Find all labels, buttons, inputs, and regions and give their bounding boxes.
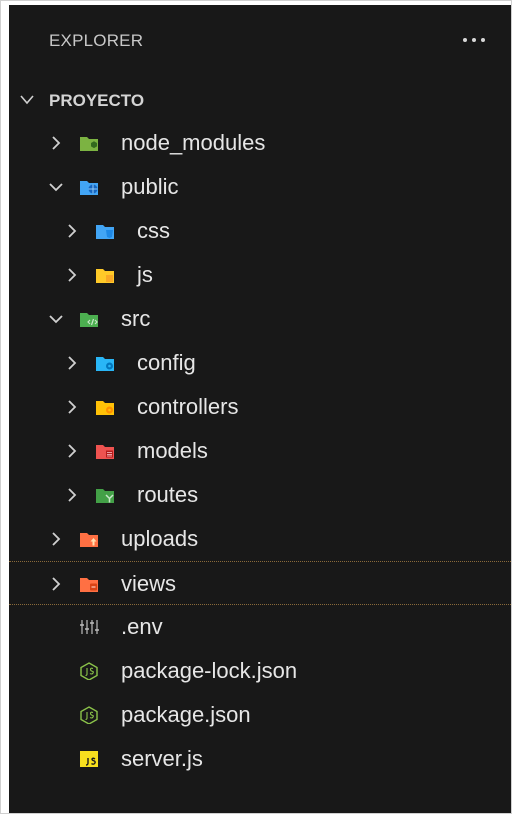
tree-item-package-json[interactable]: package.json <box>9 693 511 737</box>
tree-item-server-js[interactable]: server.js <box>9 737 511 781</box>
tree-item-label: package.json <box>121 702 251 727</box>
folder-views-icon <box>80 578 98 592</box>
tree-item-label: node_modules <box>121 130 266 155</box>
nodejs-file-icon <box>80 662 98 680</box>
more-actions-icon[interactable] <box>459 33 489 47</box>
chevron-down-icon <box>49 315 63 324</box>
tree-item-label: server.js <box>121 746 203 771</box>
tree-item-env[interactable]: .env <box>9 605 511 649</box>
env-file-icon <box>80 620 99 634</box>
tree-item-routes[interactable]: routes <box>9 473 511 517</box>
folder-config-icon <box>96 357 114 371</box>
tree-item-config[interactable]: config <box>9 341 511 385</box>
chevron-right-icon <box>52 577 61 591</box>
chevron-right-icon <box>68 400 77 414</box>
tree-item-package-lock[interactable]: package-lock.json <box>9 649 511 693</box>
explorer-panel: EXPLORER PROYECTO node_modules public cs… <box>9 5 511 813</box>
explorer-header: EXPLORER <box>9 5 511 83</box>
folder-models-icon <box>96 445 114 459</box>
tree-item-uploads[interactable]: uploads <box>9 517 511 561</box>
nodejs-file-icon <box>80 706 98 724</box>
folder-uploads-icon <box>80 533 98 547</box>
folder-controllers-icon <box>96 401 114 415</box>
tree-item-src[interactable]: src <box>9 297 511 341</box>
tree-item-label: css <box>137 218 170 243</box>
screenshot-frame: EXPLORER PROYECTO node_modules public cs… <box>0 0 512 814</box>
tree-item-views[interactable]: views <box>9 561 511 605</box>
chevron-right-icon <box>68 356 77 370</box>
tree-item-models[interactable]: models <box>9 429 511 473</box>
chevron-right-icon <box>68 268 77 282</box>
chevron-right-icon <box>68 488 77 502</box>
chevron-right-icon <box>68 444 77 458</box>
tree-item-label: package-lock.json <box>121 658 298 683</box>
file-tree: node_modules public css js src config co… <box>9 121 511 781</box>
tree-item-label: views <box>121 571 177 596</box>
chevron-down-icon <box>49 183 63 192</box>
folder-public-icon <box>80 181 98 195</box>
chevron-right-icon <box>52 532 61 546</box>
project-name: PROYECTO <box>49 91 145 110</box>
js-file-icon <box>80 751 98 767</box>
project-section-header[interactable]: PROYECTO <box>9 85 511 117</box>
tree-item-label: src <box>121 306 151 331</box>
tree-item-controllers[interactable]: controllers <box>9 385 511 429</box>
folder-js-icon <box>96 269 114 283</box>
folder-src-icon <box>80 313 98 327</box>
tree-item-label: routes <box>137 482 199 507</box>
tree-item-js[interactable]: js <box>9 253 511 297</box>
tree-item-label: public <box>121 174 179 199</box>
chevron-right-icon <box>68 224 77 238</box>
tree-item-label: js <box>137 262 153 287</box>
tree-item-label: .env <box>121 614 163 639</box>
tree-item-label: models <box>137 438 208 463</box>
tree-item-label: uploads <box>121 526 199 551</box>
tree-item-css[interactable]: css <box>9 209 511 253</box>
explorer-title: EXPLORER <box>49 31 144 50</box>
folder-routes-icon <box>96 489 114 503</box>
tree-item-label: controllers <box>137 394 239 419</box>
chevron-right-icon <box>52 136 61 150</box>
folder-node-icon <box>80 137 98 151</box>
chevron-down-icon <box>20 95 34 105</box>
tree-item-label: config <box>137 350 196 375</box>
folder-css-icon <box>96 225 114 239</box>
tree-item-node-modules[interactable]: node_modules <box>9 121 511 165</box>
tree-item-public[interactable]: public <box>9 165 511 209</box>
